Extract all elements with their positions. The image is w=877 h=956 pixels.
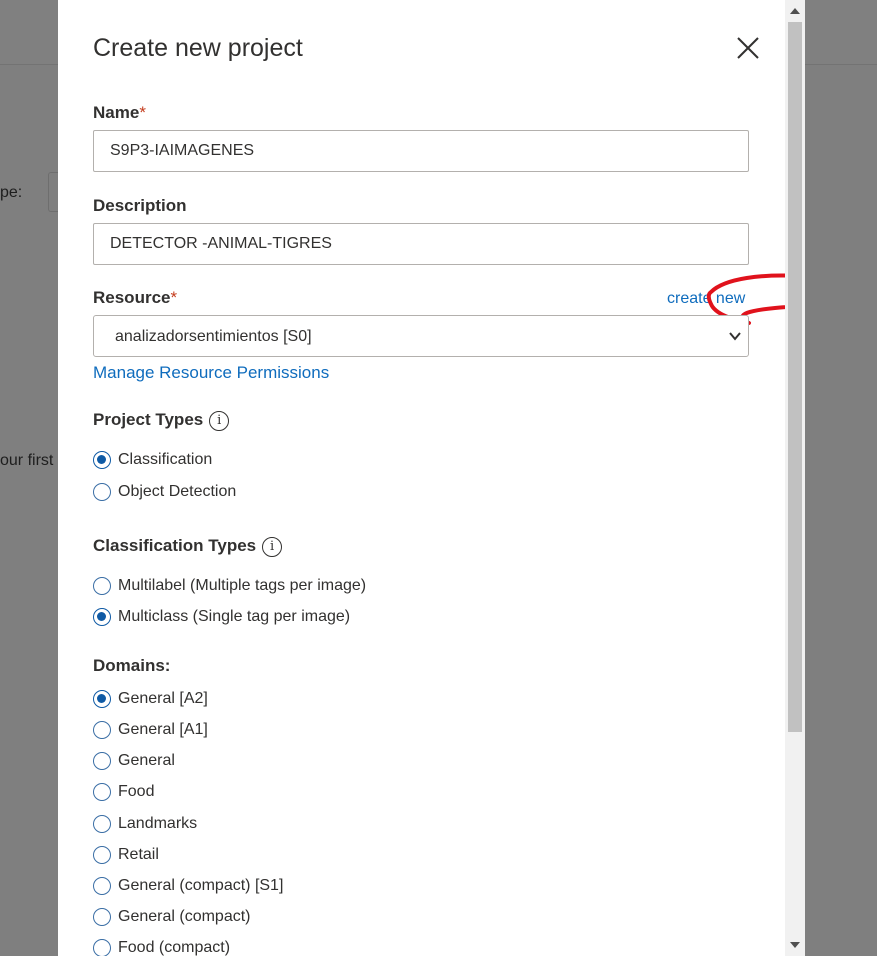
close-icon <box>737 37 759 59</box>
radio-label: General (compact) [S1] <box>118 877 284 894</box>
radio-label: General (compact) <box>118 908 251 925</box>
radio-domain-general-a1[interactable]: General [A1] <box>93 719 208 741</box>
radio-button[interactable] <box>93 721 111 739</box>
radio-label: Classification <box>118 451 213 468</box>
required-asterisk: * <box>139 103 146 122</box>
radio-label: General <box>118 752 175 769</box>
classification-types-label: Classification Types i <box>93 536 283 557</box>
radio-label: Multiclass (Single tag per image) <box>118 608 351 625</box>
radio-label: Landmarks <box>118 815 198 832</box>
radio-domain-general-compact[interactable]: General (compact) <box>93 906 251 928</box>
radio-button[interactable] <box>93 451 111 469</box>
domains-label: Domains: <box>93 656 171 675</box>
name-input[interactable] <box>93 130 749 172</box>
radio-label: Food (compact) <box>118 939 231 956</box>
scroll-up-arrow-icon[interactable] <box>790 8 800 14</box>
resource-label: Resource* <box>93 288 178 307</box>
name-label: Name* <box>93 103 146 122</box>
background-text-fragment: our first <box>0 452 54 469</box>
radio-object-detection[interactable]: Object Detection <box>93 481 236 503</box>
radio-label: General [A1] <box>118 721 208 738</box>
radio-domain-general[interactable]: General <box>93 750 175 772</box>
description-label: Description <box>93 196 187 215</box>
radio-button[interactable] <box>93 577 111 595</box>
radio-domain-retail[interactable]: Retail <box>93 844 159 866</box>
radio-button[interactable] <box>93 908 111 926</box>
radio-button[interactable] <box>93 690 111 708</box>
radio-label: General [A2] <box>118 690 208 707</box>
radio-classification[interactable]: Classification <box>93 449 212 471</box>
radio-button[interactable] <box>93 877 111 895</box>
radio-button[interactable] <box>93 608 111 626</box>
chevron-down-icon <box>729 332 741 341</box>
required-asterisk: * <box>170 288 178 307</box>
radio-button[interactable] <box>93 846 111 864</box>
manage-resource-permissions-link[interactable]: Manage Resource Permissions <box>93 363 329 383</box>
radio-button[interactable] <box>93 752 111 770</box>
radio-button[interactable] <box>93 783 111 801</box>
project-types-label: Project Types i <box>93 410 230 431</box>
resource-selected-value: analizadorsentimientos [S0] <box>115 328 312 345</box>
radio-label: Food <box>118 783 155 800</box>
radio-multiclass[interactable]: Multiclass (Single tag per image) <box>93 606 350 628</box>
info-icon[interactable]: i <box>262 537 283 557</box>
radio-domain-food-compact[interactable]: Food (compact) <box>93 937 230 956</box>
description-input[interactable] <box>93 223 749 265</box>
radio-label: Retail <box>118 846 159 863</box>
radio-multilabel[interactable]: Multilabel (Multiple tags per image) <box>93 575 366 597</box>
resource-select[interactable]: analizadorsentimientos [S0] <box>93 315 749 357</box>
close-button[interactable] <box>734 34 762 62</box>
radio-domain-food[interactable]: Food <box>93 781 154 803</box>
radio-button[interactable] <box>93 939 111 956</box>
dialog-title: Create new project <box>93 34 303 62</box>
create-project-dialog: Create new project Name* Description Res… <box>58 0 785 956</box>
radio-label: Object Detection <box>118 483 237 500</box>
radio-domain-landmarks[interactable]: Landmarks <box>93 813 197 835</box>
radio-domain-general-compact-s1[interactable]: General (compact) [S1] <box>93 875 283 897</box>
background-label-fragment: pe: <box>0 184 23 201</box>
scrollbar-thumb[interactable] <box>788 22 802 732</box>
scroll-down-arrow-icon[interactable] <box>790 942 800 948</box>
dialog-scrollbar[interactable] <box>785 0 805 956</box>
radio-label: Multilabel (Multiple tags per image) <box>118 577 367 594</box>
info-icon[interactable]: i <box>209 411 230 431</box>
radio-button[interactable] <box>93 483 111 501</box>
radio-button[interactable] <box>93 815 111 833</box>
radio-domain-general-a2[interactable]: General [A2] <box>93 688 208 710</box>
